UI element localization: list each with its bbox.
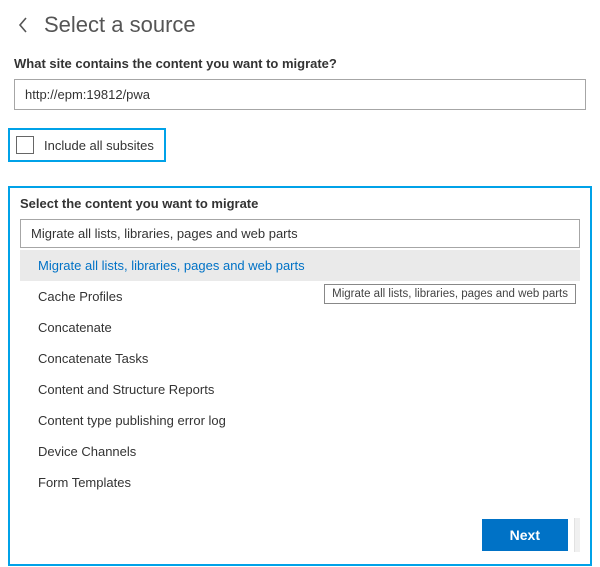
next-button[interactable]: Next: [482, 519, 568, 551]
list-item[interactable]: Device Channels: [20, 436, 580, 467]
list-item[interactable]: Form Templates: [20, 467, 580, 498]
list-item[interactable]: Content type publishing error log: [20, 405, 580, 436]
content-selection-dropdown: Migrate all lists, libraries, pages and …: [20, 250, 580, 498]
content-selection-panel: Select the content you want to migrate M…: [8, 186, 592, 566]
list-item[interactable]: Concatenate Tasks: [20, 343, 580, 374]
page-title: Select a source: [44, 12, 196, 38]
resize-grip-icon[interactable]: [574, 518, 580, 552]
include-subsites-highlight: Include all subsites: [8, 128, 166, 162]
list-item[interactable]: Cache Profiles: [20, 281, 580, 312]
content-selection-combo[interactable]: Migrate all lists, libraries, pages and …: [20, 219, 580, 248]
list-item[interactable]: Concatenate: [20, 312, 580, 343]
site-url-label: What site contains the content you want …: [14, 56, 586, 71]
include-subsites-checkbox[interactable]: [16, 136, 34, 154]
content-selection-heading: Select the content you want to migrate: [20, 196, 580, 211]
back-chevron-icon[interactable]: [14, 13, 32, 37]
list-item[interactable]: Migrate all lists, libraries, pages and …: [20, 250, 580, 281]
include-subsites-label: Include all subsites: [44, 138, 154, 153]
list-item[interactable]: Content and Structure Reports: [20, 374, 580, 405]
site-url-input[interactable]: [14, 79, 586, 110]
